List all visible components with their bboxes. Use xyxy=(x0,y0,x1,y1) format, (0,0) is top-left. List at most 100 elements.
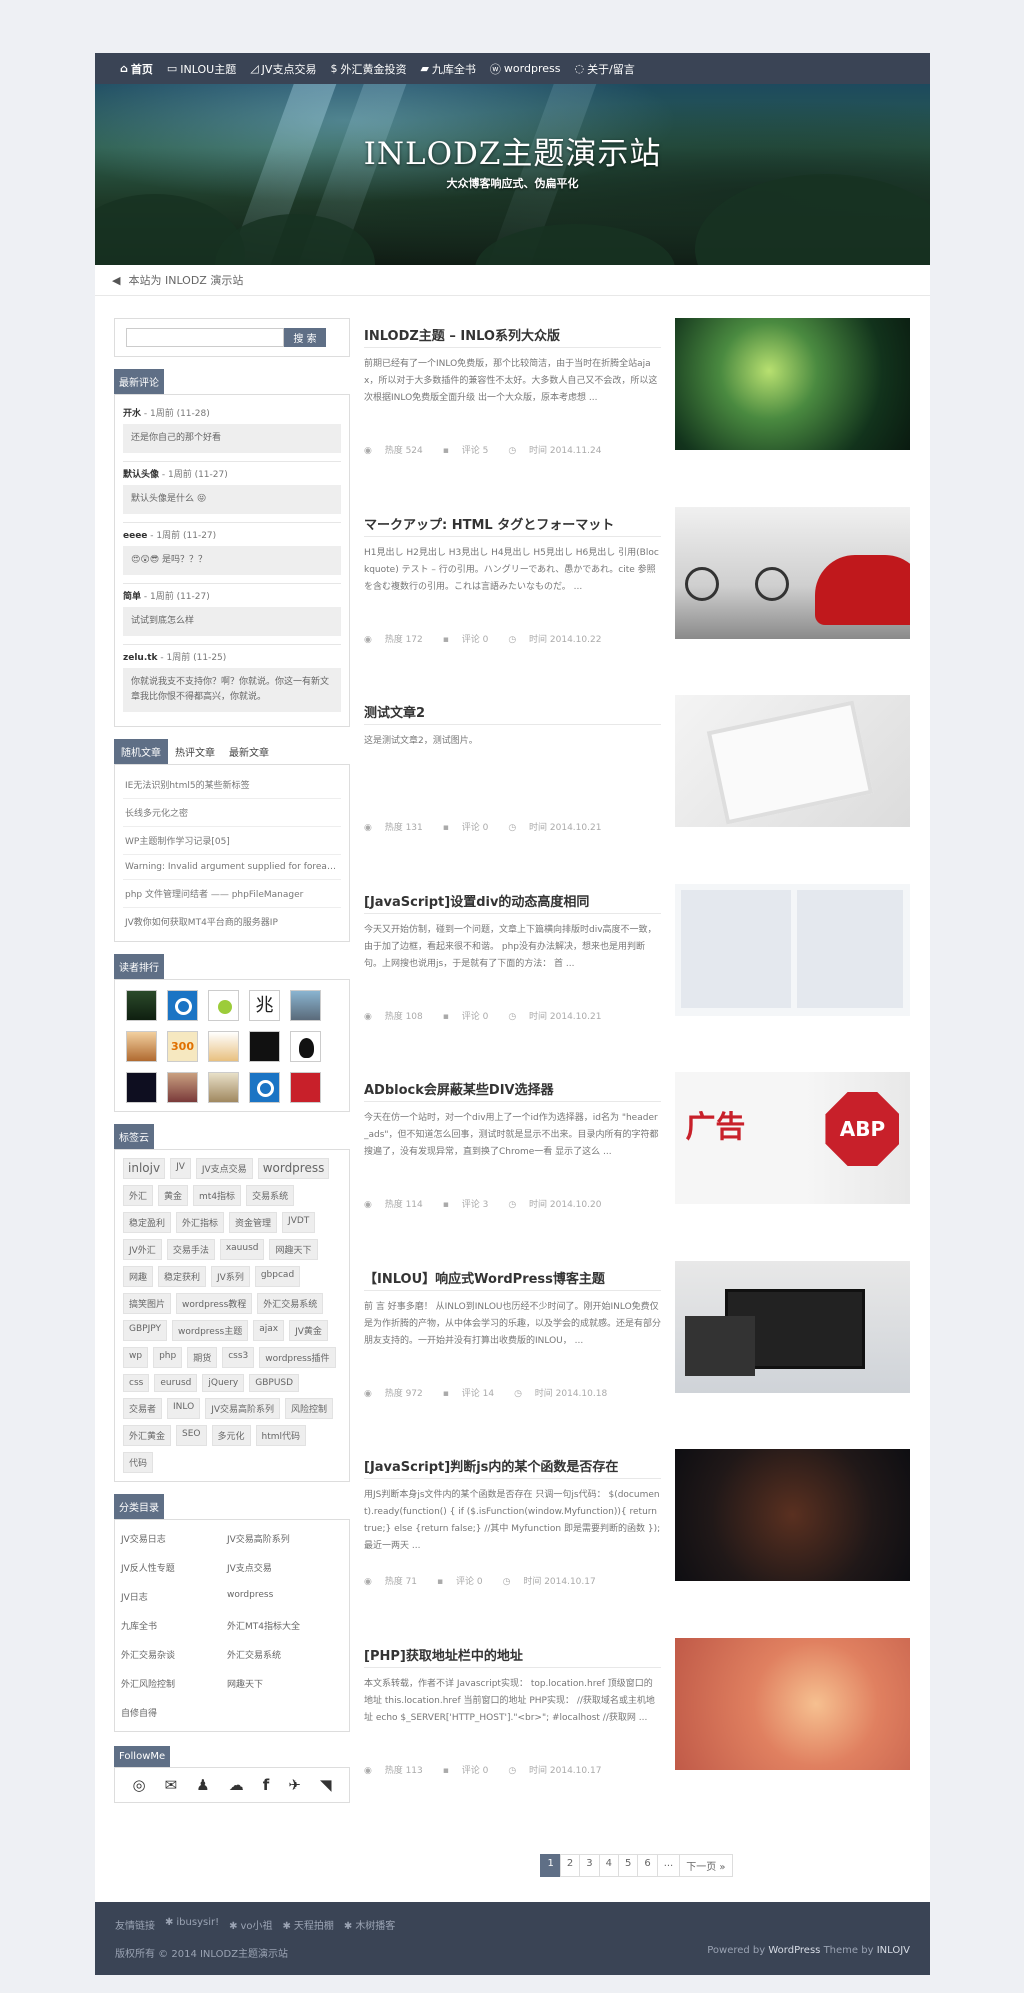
mail-icon[interactable]: ✉ xyxy=(165,1776,178,1794)
tag-item[interactable]: JV黄金 xyxy=(289,1320,328,1341)
avatar[interactable] xyxy=(126,1031,157,1062)
avatar[interactable]: 兆 xyxy=(249,990,280,1021)
avatar[interactable] xyxy=(208,1072,239,1103)
nav-wordpress[interactable]: ⓦ wordpress xyxy=(490,61,561,77)
wechat-icon[interactable]: ☁ xyxy=(229,1776,244,1794)
tag-item[interactable]: 期货 xyxy=(187,1347,218,1368)
tag-item[interactable]: jQuery xyxy=(202,1374,245,1392)
tag-item[interactable]: 资金管理 xyxy=(229,1212,278,1233)
tag-item[interactable]: wp xyxy=(123,1347,149,1368)
tag-item[interactable]: xauusd xyxy=(219,1239,265,1260)
avatar[interactable] xyxy=(208,990,239,1021)
tag-item[interactable]: inlojv xyxy=(123,1158,166,1179)
comments-meta[interactable]: ▪ 评论 0 xyxy=(443,1009,499,1022)
tag-item[interactable]: 网趣天下 xyxy=(269,1239,318,1260)
tag-item[interactable]: 风险控制 xyxy=(285,1398,334,1419)
page-link[interactable]: 2 xyxy=(559,1854,581,1877)
tag-item[interactable]: 交易手法 xyxy=(166,1239,215,1260)
avatar[interactable] xyxy=(249,1031,280,1062)
comments-meta[interactable]: ▪ 评论 0 xyxy=(443,632,499,645)
category-item[interactable]: 外汇MT4指标大全 xyxy=(227,1611,333,1640)
tag-item[interactable]: wordpress教程 xyxy=(176,1293,253,1314)
post-thumbnail[interactable] xyxy=(675,506,910,639)
avatar[interactable] xyxy=(208,1031,239,1062)
nav-home[interactable]: ⌂ 首页 xyxy=(120,61,153,77)
avatar[interactable] xyxy=(290,1031,321,1062)
post-thumbnail[interactable] xyxy=(675,1449,910,1581)
post-title[interactable]: INLODZ主题 – INLO系列大众版 xyxy=(364,318,662,348)
page-link[interactable]: 6 xyxy=(637,1854,658,1877)
tag-item[interactable]: JV支点交易 xyxy=(195,1158,253,1179)
qq-icon[interactable]: ♟ xyxy=(196,1776,209,1794)
tab-random-posts[interactable]: 随机文章 xyxy=(114,739,168,764)
post-thumbnail[interactable]: 广告 ABP xyxy=(675,1072,910,1204)
theme-author-link[interactable]: INLOJV xyxy=(877,1945,910,1956)
category-item[interactable]: JV交易日志 xyxy=(121,1524,227,1553)
tag-item[interactable]: JV系列 xyxy=(211,1266,250,1287)
rss-icon[interactable]: ◥ xyxy=(320,1776,332,1794)
tag-item[interactable]: mt4指标 xyxy=(193,1185,242,1206)
nav-books[interactable]: ▰ 九库全书 xyxy=(420,61,475,77)
tag-item[interactable]: 搞笑图片 xyxy=(123,1293,172,1314)
tag-item[interactable]: wordpress插件 xyxy=(259,1347,336,1368)
comments-meta[interactable]: ▪ 评论 14 xyxy=(443,1386,504,1399)
tag-item[interactable]: wordpress xyxy=(257,1158,330,1179)
tag-item[interactable]: css xyxy=(123,1374,150,1392)
comments-meta[interactable]: ▪ 评论 3 xyxy=(443,1197,499,1210)
friend-link[interactable]: ✱ 木树播客 xyxy=(344,1917,395,1932)
tab-latest-posts[interactable]: 最新文章 xyxy=(222,739,276,764)
avatar[interactable] xyxy=(167,1072,198,1103)
category-item[interactable]: JV日志 xyxy=(121,1582,227,1611)
weibo-icon[interactable]: ◎ xyxy=(133,1776,146,1794)
tag-item[interactable]: 黄金 xyxy=(158,1185,189,1206)
comments-meta[interactable]: ▪ 评论 0 xyxy=(443,820,499,833)
tag-item[interactable]: 外汇交易系统 xyxy=(257,1293,324,1314)
avatar[interactable]: 300 xyxy=(167,1031,198,1062)
category-item[interactable]: 网趣天下 xyxy=(227,1669,333,1698)
tag-item[interactable]: eurusd xyxy=(154,1374,198,1392)
tag-item[interactable]: html代码 xyxy=(255,1425,307,1446)
comments-meta[interactable]: ▪ 评论 5 xyxy=(443,443,499,456)
tag-item[interactable]: JV xyxy=(170,1158,191,1179)
friend-link[interactable]: ✱ vo小祖 xyxy=(229,1917,272,1932)
post-title[interactable]: マークアップ: HTML タグとフォーマット xyxy=(364,507,662,537)
tag-item[interactable]: SEO xyxy=(176,1425,207,1446)
comments-meta[interactable]: ▪ 评论 0 xyxy=(437,1574,493,1587)
page-link[interactable]: 5 xyxy=(617,1854,639,1877)
category-item[interactable]: 九库全书 xyxy=(121,1611,227,1640)
post-thumbnail[interactable] xyxy=(675,883,910,1016)
tag-item[interactable]: 稳定获利 xyxy=(158,1266,207,1287)
twitter-icon[interactable]: ✈ xyxy=(288,1776,301,1794)
tag-item[interactable]: 外汇黄金 xyxy=(123,1425,172,1446)
nav-jv-trading[interactable]: ◿ JV支点交易 xyxy=(250,61,316,77)
list-item[interactable]: WP主题制作学习记录[05] xyxy=(123,827,341,855)
wordpress-link[interactable]: WordPress xyxy=(768,1945,820,1956)
tag-item[interactable]: GBPJPY xyxy=(123,1320,167,1341)
tag-item[interactable]: 代码 xyxy=(123,1452,154,1473)
comment-item[interactable]: eeee - 1周前 (11-27) 😍😲😎 是吗？？？ xyxy=(123,523,341,584)
search-button[interactable]: 搜 索 xyxy=(284,328,326,347)
list-item[interactable]: 长线多元化之密 xyxy=(123,799,341,827)
nav-about[interactable]: ◌ 关于/留言 xyxy=(574,61,634,77)
post-title[interactable]: ADblock会屏蔽某些DIV选择器 xyxy=(364,1072,662,1102)
tag-item[interactable]: GBPUSD xyxy=(249,1374,300,1392)
tag-item[interactable]: JVDT xyxy=(282,1212,316,1233)
nav-inlou-theme[interactable]: ▭ INLOU主题 xyxy=(167,61,236,77)
category-item[interactable]: wordpress xyxy=(227,1582,333,1611)
comment-item[interactable]: zelu.tk - 1周前 (11-25) 你就说我支不支持你？啊？你就说。你这… xyxy=(123,645,341,720)
tag-item[interactable]: JV外汇 xyxy=(123,1239,162,1260)
tag-item[interactable]: ajax xyxy=(253,1320,285,1341)
list-item[interactable]: php 文件管理问结者 —— phpFileManager xyxy=(123,880,341,908)
avatar[interactable] xyxy=(249,1072,280,1103)
tab-hot-posts[interactable]: 热评文章 xyxy=(168,739,222,764)
tag-item[interactable]: 稳定盈利 xyxy=(123,1212,172,1233)
avatar[interactable] xyxy=(290,1072,321,1103)
post-thumbnail[interactable] xyxy=(675,318,910,450)
avatar[interactable] xyxy=(126,990,157,1021)
comment-item[interactable]: 简单 - 1周前 (11-27) 试试到底怎么样 xyxy=(123,584,341,645)
friend-link[interactable]: ✱ 天程拍棚 xyxy=(283,1917,334,1932)
avatar[interactable] xyxy=(126,1072,157,1103)
tag-item[interactable]: wordpress主题 xyxy=(171,1320,249,1341)
friend-link[interactable]: ✱ ibusysir! xyxy=(165,1917,219,1932)
tag-item[interactable]: 交易者 xyxy=(123,1398,163,1419)
